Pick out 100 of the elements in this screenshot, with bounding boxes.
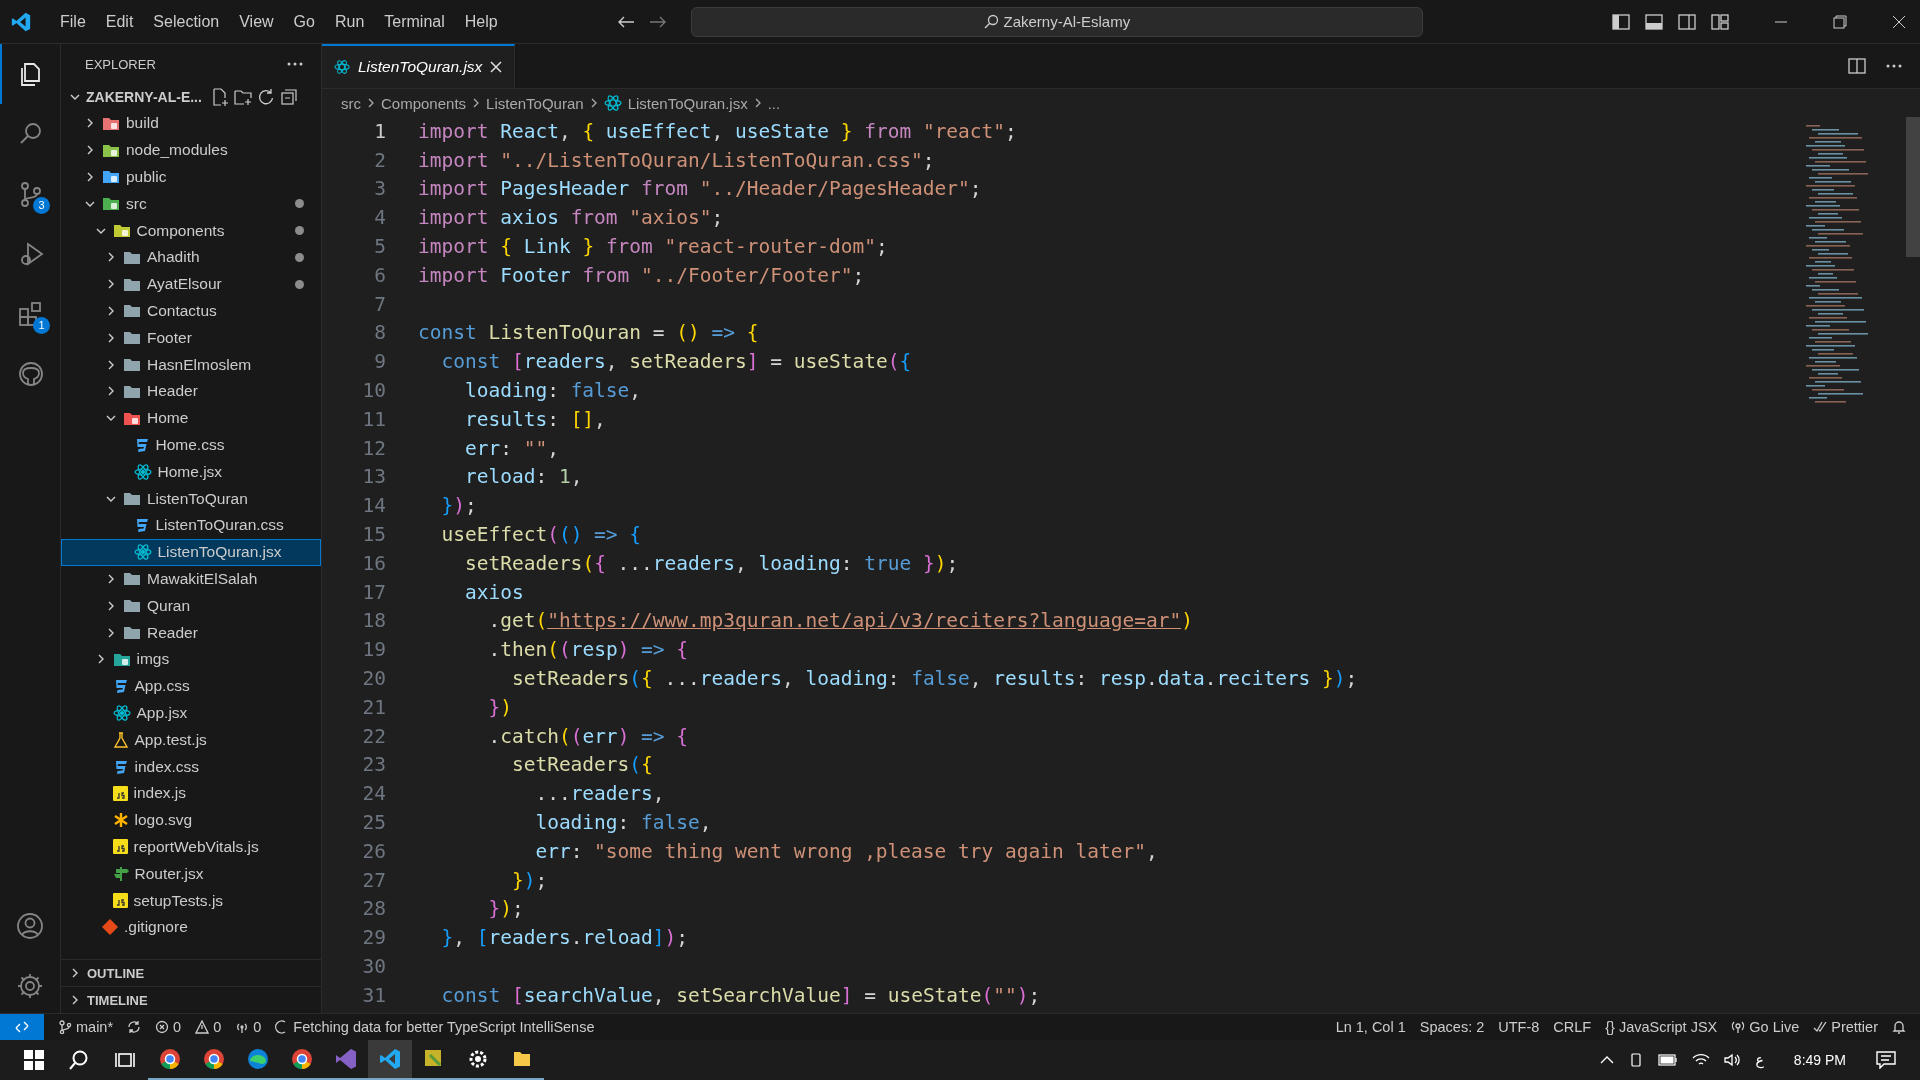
line-number: 2 xyxy=(373,148,386,172)
file-tree-item[interactable]: ListenToQuran xyxy=(61,485,321,512)
menu-item[interactable]: Terminal xyxy=(374,12,455,31)
section-header[interactable]: OUTLINE xyxy=(61,959,321,986)
file-tree-item[interactable]: public xyxy=(61,163,321,191)
file-tree-item[interactable]: Ahadith xyxy=(61,244,321,271)
toggle-sidebar-icon[interactable] xyxy=(1612,13,1630,30)
toggle-secondary-sidebar-icon[interactable] xyxy=(1678,13,1696,30)
activity-bar-item[interactable]: 1 xyxy=(0,284,60,344)
file-tree-item[interactable]: Quran xyxy=(61,592,321,620)
split-editor-icon[interactable] xyxy=(1848,58,1866,74)
status-item[interactable]: {} JavaScript JSX xyxy=(1605,1019,1718,1035)
menu-item[interactable]: Selection xyxy=(143,12,230,31)
status-item[interactable]: UTF-8 xyxy=(1498,1019,1540,1035)
section-title: OUTLINE xyxy=(87,965,145,981)
battery-icon[interactable] xyxy=(1657,1054,1678,1066)
wifi-icon[interactable] xyxy=(1691,1053,1710,1067)
chevron-up-icon[interactable] xyxy=(1599,1055,1614,1065)
search-icon[interactable] xyxy=(68,1049,90,1071)
layout-icon[interactable] xyxy=(1711,13,1729,30)
menu-item[interactable]: Go xyxy=(283,12,325,31)
more-actions-icon[interactable] xyxy=(287,62,303,66)
file-tree-item[interactable]: index.js xyxy=(61,779,321,807)
menu-item[interactable]: View xyxy=(229,12,284,31)
react-file-icon xyxy=(133,463,152,480)
file-tree-item[interactable]: HasnElmoslem xyxy=(61,351,321,378)
file-tree-item[interactable]: index.css xyxy=(61,753,321,780)
file-tree-item[interactable]: setupTests.js xyxy=(61,887,321,914)
status-item[interactable]: 0 xyxy=(195,1019,222,1035)
file-name: Home.css xyxy=(155,435,226,454)
breadcrumb-item[interactable]: Components xyxy=(381,94,467,112)
file-tree-item[interactable]: Footer xyxy=(61,324,321,352)
forward-arrow-icon[interactable] xyxy=(648,14,667,29)
file-tree-item[interactable]: Contactus xyxy=(61,297,321,325)
status-item[interactable] xyxy=(1892,1020,1906,1034)
close-icon[interactable] xyxy=(490,61,503,73)
menu-item[interactable]: File xyxy=(50,12,96,31)
menu-item[interactable]: Run xyxy=(324,12,375,31)
status-item[interactable]: Go Live xyxy=(1731,1019,1800,1035)
code-line: .get("https://www.mp3quran.net/api/v3/reciters?language=ar") xyxy=(487,609,1193,633)
toggle-panel-icon[interactable] xyxy=(1645,13,1663,30)
file-tree-item[interactable]: AyatElsour xyxy=(61,270,321,298)
new-file-icon[interactable] xyxy=(210,88,229,106)
status-item[interactable]: Ln 1, Col 1 xyxy=(1335,1019,1406,1035)
file-tree-item[interactable]: App.test.js xyxy=(61,726,321,754)
editor-tab[interactable]: ListenToQuran.jsx xyxy=(322,44,516,88)
more-actions-icon[interactable] xyxy=(1886,64,1902,68)
breadcrumb-item[interactable]: ListenToQuran.jsx xyxy=(627,94,748,112)
scrollbar-thumb[interactable] xyxy=(1906,117,1920,257)
file-tree-item[interactable]: logo.svg xyxy=(61,806,321,834)
task-view-icon[interactable] xyxy=(114,1050,136,1070)
file-name: index.css xyxy=(134,757,201,776)
file-tree-item[interactable]: Home.css xyxy=(61,431,321,459)
volume-icon[interactable] xyxy=(1723,1053,1742,1067)
status-item[interactable]: 0 xyxy=(155,1019,182,1035)
file-tree-item[interactable]: imgs xyxy=(61,645,321,673)
file-tree-item[interactable]: ListenToQuran.css xyxy=(61,511,321,539)
collapse-all-icon[interactable] xyxy=(279,88,298,106)
file-tree-item[interactable]: Home.jsx xyxy=(61,458,321,486)
file-tree-item[interactable]: App.jsx xyxy=(61,699,321,727)
file-tree-item[interactable]: Router.jsx xyxy=(61,860,321,888)
workspace-folder-name[interactable]: ZAKERNY-AL-E... xyxy=(86,89,202,105)
status-item[interactable]: 0 xyxy=(235,1019,262,1035)
file-tree-item[interactable]: build xyxy=(61,110,321,137)
status-item[interactable]: main* xyxy=(58,1019,114,1035)
breadcrumb-item[interactable]: ListenToQuran xyxy=(486,94,584,112)
status-item[interactable]: Prettier xyxy=(1813,1019,1878,1035)
command-search-field[interactable]: Zakerny-Al-Eslamy xyxy=(690,6,1423,37)
file-tree-item[interactable]: MawakitElSalah xyxy=(61,565,321,593)
close-icon[interactable] xyxy=(1892,14,1906,29)
breadcrumb-item[interactable]: src xyxy=(341,94,361,112)
clock[interactable]: 8:49 PM xyxy=(1793,1052,1846,1068)
folder-icon xyxy=(102,196,120,212)
status-item[interactable]: CRLF xyxy=(1553,1019,1592,1035)
refresh-icon[interactable] xyxy=(256,88,275,106)
file-name: setupTests.js xyxy=(133,891,225,910)
activity-bar-item[interactable]: 3 xyxy=(0,164,60,224)
notifications-icon[interactable] xyxy=(1876,1051,1896,1069)
file-tree-item[interactable]: reportWebVitals.js xyxy=(61,833,321,861)
file-tree-item[interactable]: Reader xyxy=(61,619,321,646)
file-tree-item[interactable]: .gitignore xyxy=(61,913,321,941)
windows-start-icon[interactable] xyxy=(24,1050,44,1070)
account-icon[interactable] xyxy=(15,911,45,941)
status-item[interactable] xyxy=(127,1020,142,1034)
menu-item[interactable]: Help xyxy=(454,12,508,31)
back-arrow-icon[interactable] xyxy=(616,14,635,29)
restore-icon[interactable] xyxy=(1833,14,1847,29)
file-tree-item[interactable]: App.css xyxy=(61,672,321,700)
file-tree-item[interactable]: Home xyxy=(61,404,321,432)
settings-icon[interactable] xyxy=(15,971,45,1001)
input-language[interactable]: ع xyxy=(1755,1052,1764,1068)
status-item[interactable]: Spaces: 2 xyxy=(1419,1019,1485,1035)
file-tree-item[interactable]: Header xyxy=(61,377,321,405)
new-folder-icon[interactable] xyxy=(233,88,252,106)
menu-item[interactable]: Edit xyxy=(95,12,144,31)
file-tree-item[interactable]: ListenToQuran.jsx xyxy=(61,538,321,566)
file-tree-item[interactable]: src xyxy=(61,190,321,218)
breadcrumb-item[interactable]: ... xyxy=(767,94,781,112)
file-tree-item[interactable]: node_modules xyxy=(61,136,321,164)
file-tree-item[interactable]: Components xyxy=(61,217,321,244)
